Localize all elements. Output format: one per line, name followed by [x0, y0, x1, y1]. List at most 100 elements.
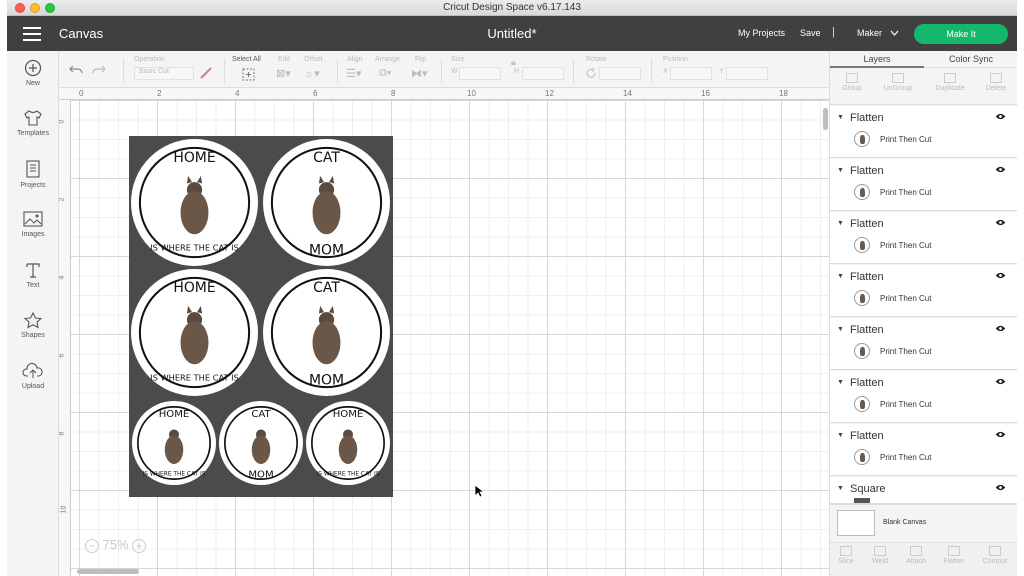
layer-row[interactable]: ▼ Flatten Print Then Cut — [830, 424, 1017, 476]
eye-icon[interactable] — [995, 378, 1006, 385]
undo-icon[interactable] — [69, 64, 83, 74]
sticker-cat-mom[interactable]: CAT MOM — [263, 269, 390, 396]
layer-row[interactable]: ▼ Flatten Print Then Cut — [830, 106, 1017, 158]
eye-icon[interactable] — [995, 272, 1006, 279]
chevron-down-icon[interactable] — [890, 30, 899, 36]
ungroup-button[interactable]: UnGroup — [878, 73, 918, 92]
sticker-bottom-text: IS WHERE THE CAT IS — [150, 243, 239, 253]
sticker-home-small[interactable]: HOME IS WHERE THE CAT IS — [132, 401, 216, 485]
contour-button[interactable]: Contour — [975, 546, 1015, 565]
mouse-cursor-icon — [474, 484, 484, 498]
make-it-button[interactable]: Make It — [914, 24, 1008, 44]
design-canvas[interactable]: 0 2 4 6 8 10 12 14 16 18 0 2 4 6 8 10 HO… — [59, 88, 829, 576]
sticker-bottom-text: IS WHERE THE CAT IS — [150, 373, 239, 383]
tab-color-sync[interactable]: Color Sync — [924, 51, 1017, 68]
layer-name: Flatten — [850, 218, 884, 230]
save-button[interactable]: Save — [800, 28, 821, 38]
sidebar-item-new[interactable]: New — [7, 59, 59, 87]
layer-row[interactable]: ▼ Square — [830, 477, 1017, 504]
expand-caret-icon[interactable]: ▼ — [837, 167, 844, 174]
select-all-icon[interactable] — [242, 68, 255, 81]
layer-row[interactable]: ▼ Flatten Print Then Cut — [830, 318, 1017, 370]
eye-icon[interactable] — [995, 166, 1006, 173]
horizontal-scrollbar[interactable] — [77, 569, 139, 574]
y-position-input[interactable] — [726, 67, 768, 80]
blank-canvas-swatch[interactable] — [837, 510, 875, 536]
sidebar-item-text[interactable]: Text — [7, 261, 59, 289]
layer-row[interactable]: ▼ Flatten Print Then Cut — [830, 371, 1017, 423]
layer-subtitle: Print Then Cut — [880, 453, 932, 462]
sticker-art: CAT MOM — [270, 276, 383, 389]
window-title: Cricut Design Space v6.17.143 — [443, 2, 581, 13]
expand-caret-icon[interactable]: ▼ — [837, 114, 844, 121]
weld-button[interactable]: Weld — [860, 546, 900, 565]
x-position-input[interactable] — [670, 67, 712, 80]
menu-icon[interactable] — [23, 27, 41, 41]
sidebar-item-upload[interactable]: Upload — [7, 362, 59, 390]
select-all-label: Select All — [232, 56, 261, 63]
scroll-thumb[interactable] — [823, 108, 828, 130]
blank-canvas-row[interactable]: Blank Canvas — [830, 504, 1017, 544]
sticker-cat-mom[interactable]: CAT MOM — [263, 139, 390, 266]
duplicate-button[interactable]: Duplicate — [930, 73, 970, 92]
layer-thumbnail — [854, 396, 870, 412]
sticker-top-text: HOME — [173, 150, 215, 166]
tool-label: Delete — [985, 85, 1007, 92]
sticker-sheet[interactable]: HOME IS WHERE THE CAT IS CAT MOM HOME IS… — [129, 136, 393, 497]
shirt-icon — [24, 110, 42, 126]
layer-row[interactable]: ▼ Flatten Print Then Cut — [830, 159, 1017, 211]
attach-button[interactable]: Attach — [896, 546, 936, 565]
sticker-home-small[interactable]: HOME IS WHERE THE CAT IS — [306, 401, 390, 485]
offset-label: Offset — [304, 56, 323, 63]
expand-caret-icon[interactable]: ▼ — [837, 432, 844, 439]
edit-icon[interactable]: ⊠▾ — [276, 67, 291, 80]
layer-thumbnail — [854, 343, 870, 359]
expand-caret-icon[interactable]: ▼ — [837, 273, 844, 280]
sidebar-label: Text — [26, 282, 40, 289]
layer-thumbnail — [854, 184, 870, 200]
vertical-scrollbar[interactable] — [821, 104, 829, 574]
tab-layers[interactable]: Layers — [830, 51, 924, 68]
sidebar-item-images[interactable]: Images — [7, 210, 59, 238]
layer-row[interactable]: ▼ Flatten Print Then Cut — [830, 212, 1017, 264]
sticker-bottom-text: MOM — [248, 469, 273, 480]
machine-select[interactable]: Maker — [857, 28, 882, 38]
eye-icon[interactable] — [995, 431, 1006, 438]
layer-thumbnail — [854, 237, 870, 253]
lock-icon[interactable]: 🔒︎ — [511, 57, 516, 68]
group-button[interactable]: Group — [832, 73, 872, 92]
height-input[interactable] — [522, 67, 564, 80]
sidebar-item-shapes[interactable]: Shapes — [7, 311, 59, 339]
align-icon[interactable]: ☰▾ — [346, 67, 361, 80]
eye-icon[interactable] — [995, 325, 1006, 332]
expand-caret-icon[interactable]: ▼ — [837, 379, 844, 386]
layer-row[interactable]: ▼ Flatten Print Then Cut — [830, 265, 1017, 317]
sticker-home[interactable]: HOME IS WHERE THE CAT IS — [131, 139, 258, 266]
sidebar-item-templates[interactable]: Templates — [7, 109, 59, 137]
ruler-tick-label: 14 — [623, 89, 632, 98]
ruler-tick-label: 6 — [313, 89, 318, 98]
expand-caret-icon[interactable]: ▼ — [837, 485, 844, 492]
eye-icon[interactable] — [995, 113, 1006, 120]
sidebar-label: Projects — [20, 182, 46, 189]
offset-icon[interactable]: ☼▾ — [304, 67, 320, 80]
eye-icon[interactable] — [995, 219, 1006, 226]
sticker-home[interactable]: HOME IS WHERE THE CAT IS — [131, 269, 258, 396]
zoom-in-button[interactable]: + — [132, 538, 147, 553]
pen-color-icon[interactable] — [199, 66, 213, 80]
delete-button[interactable]: Delete — [976, 73, 1016, 92]
arrange-icon[interactable]: ⧉▾ — [379, 67, 391, 80]
expand-caret-icon[interactable]: ▼ — [837, 220, 844, 227]
my-projects-link[interactable]: My Projects — [738, 28, 785, 38]
rotate-input[interactable] — [599, 67, 641, 80]
zoom-out-button[interactable]: − — [85, 538, 99, 553]
sidebar-item-projects[interactable]: Projects — [7, 159, 59, 189]
expand-caret-icon[interactable]: ▼ — [837, 326, 844, 333]
document-title[interactable]: Untitled* — [487, 26, 536, 41]
eye-icon[interactable] — [995, 484, 1006, 491]
redo-icon[interactable] — [92, 64, 106, 74]
flip-icon[interactable]: ⧓▾ — [411, 67, 428, 80]
width-input[interactable] — [459, 67, 501, 80]
sticker-cat-mom-small[interactable]: CAT MOM — [219, 401, 303, 485]
flatten-button[interactable]: Flatten — [934, 546, 974, 565]
